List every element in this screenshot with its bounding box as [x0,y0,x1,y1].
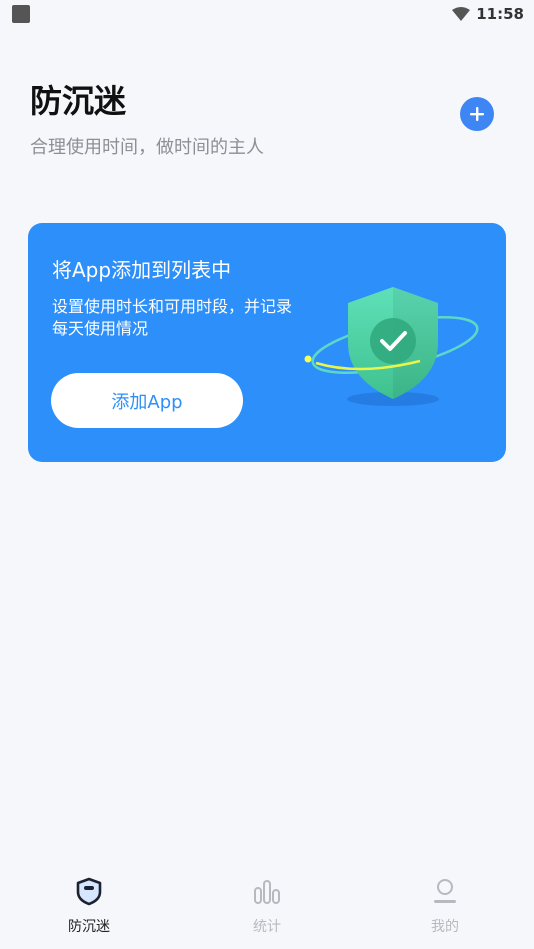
nav-item-profile[interactable]: 我的 [400,876,490,938]
notification-icon [12,5,30,23]
bottom-nav: 防沉迷 统计 我的 [0,862,534,949]
page-subtitle: 合理使用时间，做时间的主人 [30,137,264,158]
add-button[interactable] [460,97,494,131]
add-app-button[interactable]: 添加App [51,373,243,428]
status-time: 11:58 [476,5,524,23]
add-app-card: 将App添加到列表中 设置使用时长和可用时段，并记录每天使用情况 添加App [28,223,506,462]
page-title: 防沉迷 [30,82,127,120]
shield-icon [76,877,102,906]
card-title: 将App添加到列表中 [52,258,232,282]
card-description: 设置使用时长和可用时段，并记录每天使用情况 [52,297,293,338]
nav-item-statistics[interactable]: 统计 [222,876,312,938]
wifi-icon [452,7,470,21]
nav-item-anti-addiction[interactable]: 防沉迷 [44,876,134,938]
plus-icon [470,107,484,121]
person-icon [434,879,456,903]
nav-label: 统计 [253,919,281,935]
nav-label: 防沉迷 [68,919,110,935]
screen: 11:58 防沉迷 合理使用时间，做时间的主人 将App添加到列表中 设置使用时… [0,0,534,949]
shield-check-illustration-icon [304,287,479,406]
nav-label: 我的 [431,919,459,935]
status-bar: 11:58 [0,0,534,28]
bar-chart-icon [254,880,280,904]
